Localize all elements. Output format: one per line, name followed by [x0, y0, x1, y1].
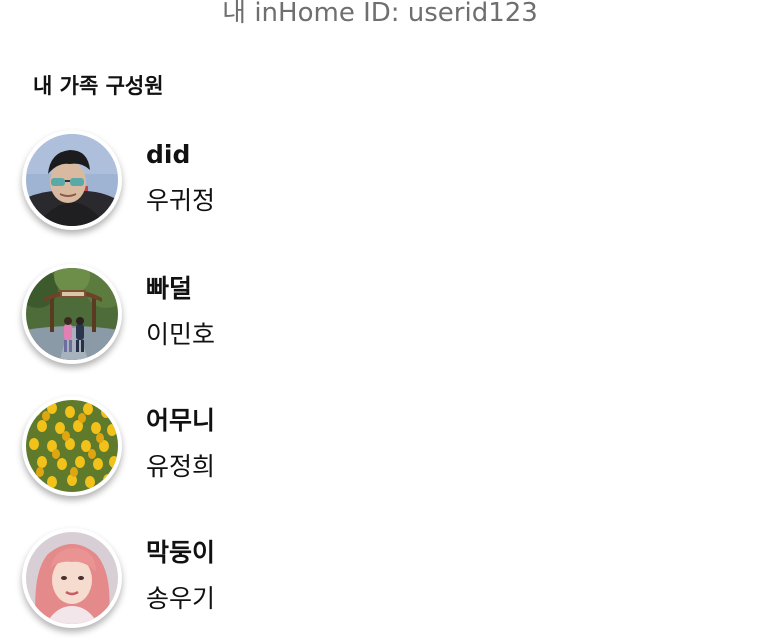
tulip-field-photo-icon: [26, 400, 118, 492]
avatar[interactable]: [22, 130, 122, 230]
family-members-screen: 내 inHome ID: userid123 내 가족 구성원 did 우귀정 …: [0, 0, 784, 642]
inhome-id-label: 내 inHome ID: userid123: [222, 0, 538, 28]
member-name: 우귀정: [146, 186, 216, 215]
member-nickname: did: [146, 140, 191, 169]
family-member-item[interactable]: 막둥이 송우기: [22, 528, 722, 628]
avatar[interactable]: [22, 264, 122, 364]
member-nickname: 어무니: [146, 406, 216, 435]
family-member-item[interactable]: 빠덜 이민호: [22, 264, 722, 364]
member-nickname: 빠덜: [146, 274, 193, 303]
avatar[interactable]: [22, 528, 122, 628]
man-sunglasses-photo-icon: [26, 134, 118, 226]
member-name: 유정희: [146, 452, 216, 481]
family-member-item[interactable]: did 우귀정: [22, 130, 722, 230]
family-member-item[interactable]: 어무니 유정희: [22, 396, 722, 496]
pink-hair-woman-photo-icon: [26, 532, 118, 624]
park-gate-photo-icon: [26, 268, 118, 360]
family-section-title: 내 가족 구성원: [33, 74, 164, 98]
member-nickname: 막둥이: [146, 538, 216, 567]
member-name: 이민호: [146, 320, 216, 349]
avatar[interactable]: [22, 396, 122, 496]
member-name: 송우기: [146, 584, 216, 613]
